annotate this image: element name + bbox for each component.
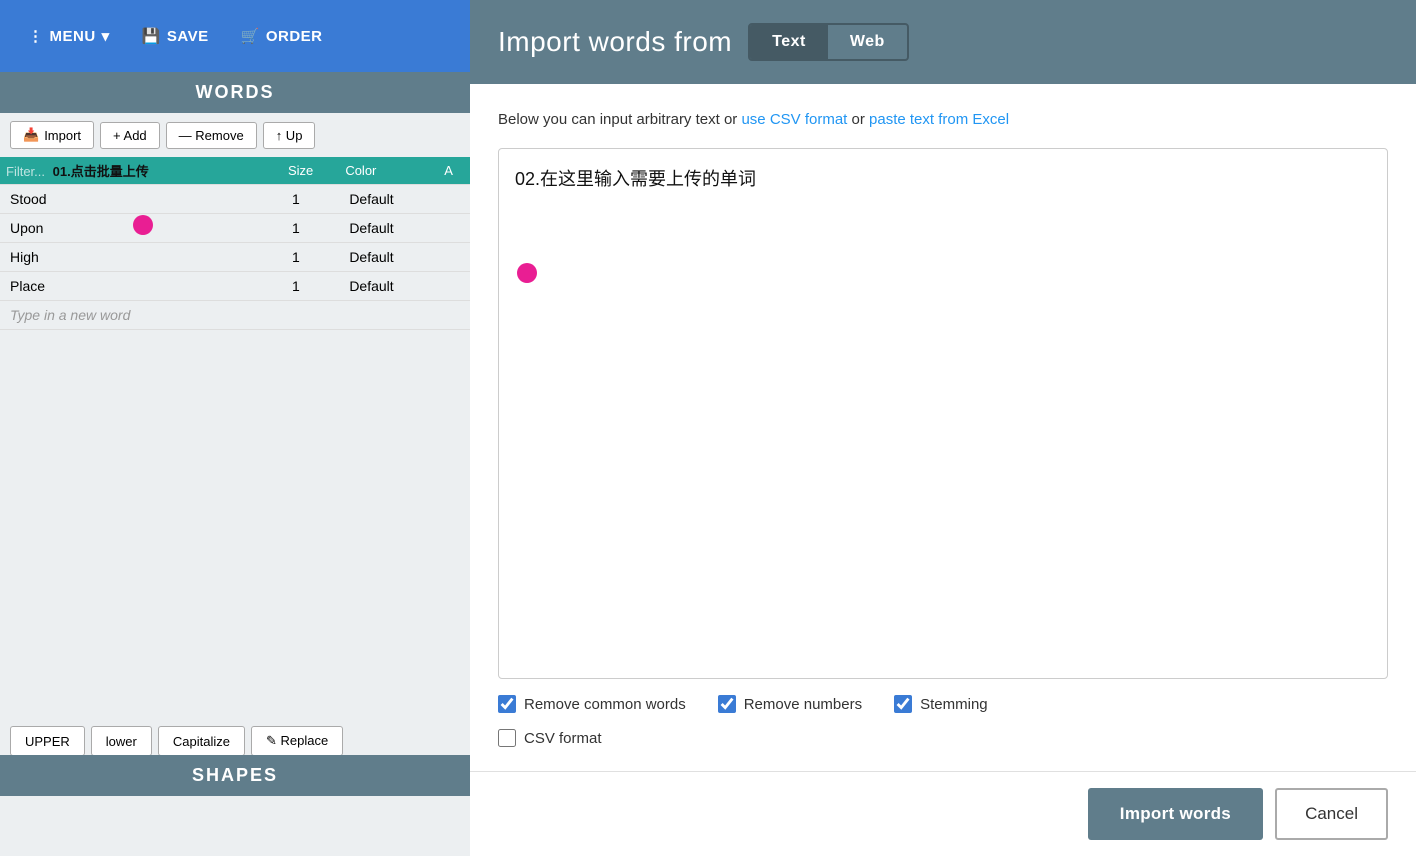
import-button[interactable]: 📥 Import	[10, 121, 94, 149]
description-text: Below you can input arbitrary text or us…	[498, 108, 1388, 132]
stemming-checkbox[interactable]	[894, 695, 912, 713]
annotation-label-1: 01.点击批量上传	[53, 164, 149, 179]
modal-footer: Import words Cancel	[470, 771, 1416, 856]
option-remove-common[interactable]: Remove common words	[498, 695, 686, 713]
modal-body: Below you can input arbitrary text or us…	[470, 84, 1416, 771]
annotation-dot-1	[133, 215, 153, 235]
modal-title: Import words from	[498, 26, 732, 58]
options-row-2: CSV format	[498, 729, 1388, 747]
new-word-row: Type in a new word	[0, 301, 470, 330]
replace-icon: ✎	[266, 733, 277, 748]
table-row: Place1Default	[0, 272, 470, 301]
remove-common-checkbox[interactable]	[498, 695, 516, 713]
tab-text[interactable]: Text	[750, 25, 828, 59]
table-row: Upon1Default	[0, 214, 470, 243]
text-textarea[interactable]	[515, 165, 1371, 515]
import-modal: Import words from Text Web Below you can…	[470, 0, 1416, 856]
menu-dots-icon: ⋮	[28, 27, 44, 45]
capitalize-button[interactable]: Capitalize	[158, 726, 245, 756]
remove-numbers-checkbox[interactable]	[718, 695, 736, 713]
words-action-bar: 📥 Import + Add — Remove ↑ Up	[0, 113, 470, 157]
remove-button[interactable]: — Remove	[166, 122, 257, 149]
save-button[interactable]: 💾 SAVE	[130, 19, 221, 53]
order-icon: 🛒	[241, 27, 260, 45]
words-section-header: WORDS	[0, 72, 470, 113]
menu-chevron-icon: ▾	[102, 27, 110, 45]
excel-paste-link[interactable]: paste text from Excel	[869, 111, 1009, 128]
csv-format-link[interactable]: use CSV format	[741, 111, 847, 128]
filter-row: Filter... 01.点击批量上传 Size Color A	[0, 157, 470, 185]
modal-header: Import words from Text Web	[470, 0, 1416, 84]
order-button[interactable]: 🛒 ORDER	[229, 19, 335, 53]
shapes-section-header: SHAPES	[0, 755, 470, 796]
annotation-dot-2	[517, 263, 537, 283]
toolbar: ⋮ MENU ▾ 💾 SAVE 🛒 ORDER	[0, 0, 470, 72]
upper-button[interactable]: UPPER	[10, 726, 85, 756]
option-csv-format[interactable]: CSV format	[498, 729, 602, 747]
import-icon: 📥	[23, 127, 39, 143]
options-row: Remove common words Remove numbers Stemm…	[498, 695, 1388, 713]
add-button[interactable]: + Add	[100, 122, 160, 149]
import-words-button[interactable]: Import words	[1088, 788, 1263, 840]
menu-button[interactable]: ⋮ MENU ▾	[16, 19, 122, 53]
save-icon: 💾	[142, 27, 161, 45]
lower-button[interactable]: lower	[91, 726, 152, 756]
option-stemming[interactable]: Stemming	[894, 695, 988, 713]
replace-button[interactable]: ✎ Replace	[251, 726, 343, 756]
table-row: High1Default	[0, 243, 470, 272]
tab-web[interactable]: Web	[828, 25, 907, 59]
cancel-button[interactable]: Cancel	[1275, 788, 1388, 840]
table-row: Stood1Default	[0, 185, 470, 214]
tab-group: Text Web	[748, 23, 909, 61]
option-remove-numbers[interactable]: Remove numbers	[718, 695, 862, 713]
csv-format-checkbox[interactable]	[498, 729, 516, 747]
words-table: Filter... 01.点击批量上传 Size Color A Stood1D…	[0, 157, 470, 330]
case-bar: UPPER lower Capitalize ✎ Replace	[10, 726, 343, 756]
text-input-area[interactable]	[498, 148, 1388, 679]
up-button[interactable]: ↑ Up	[263, 122, 316, 149]
